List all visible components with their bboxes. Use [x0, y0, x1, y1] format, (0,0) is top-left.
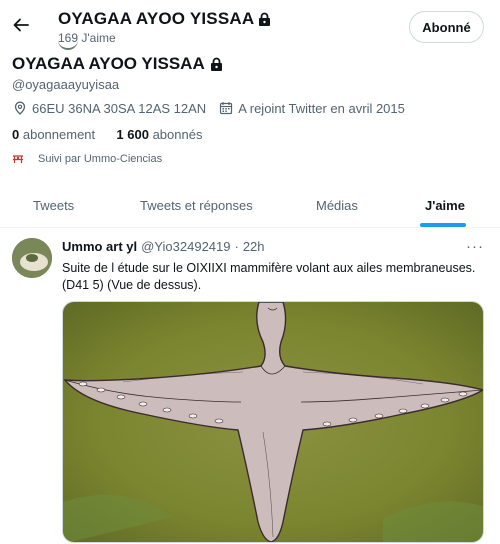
- follower-avatar-icon: [13, 155, 23, 163]
- tweet-timestamp[interactable]: 22h: [243, 239, 265, 254]
- tab-tweets[interactable]: Tweets: [33, 198, 74, 213]
- tweet-author-avatar[interactable]: [12, 238, 52, 278]
- tab-likes[interactable]: J'aime: [425, 198, 465, 213]
- lock-icon: [259, 12, 271, 26]
- tweet-author-handle[interactable]: @Yio32492419: [141, 239, 230, 254]
- header-title: OYAGAA AYOO YISSAA: [58, 9, 271, 29]
- tweet-text: Suite de l étude sur le OIXIIXI mammifèr…: [62, 261, 476, 292]
- tab-tweets-and-replies[interactable]: Tweets et réponses: [140, 198, 253, 213]
- followers-link[interactable]: 1 600 abonnés: [116, 127, 202, 142]
- profile-meta: 66EU 36NA 30SA 12AS 12AN A rejoint Twitt…: [12, 100, 405, 116]
- profile-joined-date: A rejoint Twitter en avril 2015: [238, 100, 405, 116]
- profile-name: OYAGAA AYOO YISSAA: [12, 54, 223, 74]
- following-button[interactable]: Abonné: [409, 11, 484, 43]
- followed-by[interactable]: Suivi par Ummo-Ciencias: [12, 153, 162, 165]
- profile-tabs: Tweets Tweets et réponses Médias J'aime: [0, 186, 500, 228]
- follow-stats: 0 abonnement 1 600 abonnés: [12, 127, 202, 142]
- tab-media[interactable]: Médias: [316, 198, 358, 213]
- followed-by-text: Suivi par Ummo-Ciencias: [38, 153, 163, 165]
- lock-icon: [210, 57, 222, 71]
- profile-location: 66EU 36NA 30SA 12AS 12AN: [32, 100, 207, 116]
- following-link[interactable]: 0 abonnement: [12, 127, 95, 142]
- back-arrow-icon[interactable]: [10, 14, 32, 36]
- profile-handle: @oyagaaayuyisaa: [12, 77, 120, 92]
- location-pin-icon: [12, 100, 28, 116]
- tweet-header: Ummo art yl @Yio32492419 · 22h: [62, 239, 265, 254]
- tweet-media-image[interactable]: [62, 301, 484, 543]
- tweet-dot-separator: ·: [234, 239, 239, 254]
- calendar-icon: [218, 100, 234, 116]
- tweet-author-name[interactable]: Ummo art yl: [62, 239, 137, 254]
- more-options-icon[interactable]: ···: [466, 238, 484, 255]
- active-tab-indicator: [420, 223, 466, 227]
